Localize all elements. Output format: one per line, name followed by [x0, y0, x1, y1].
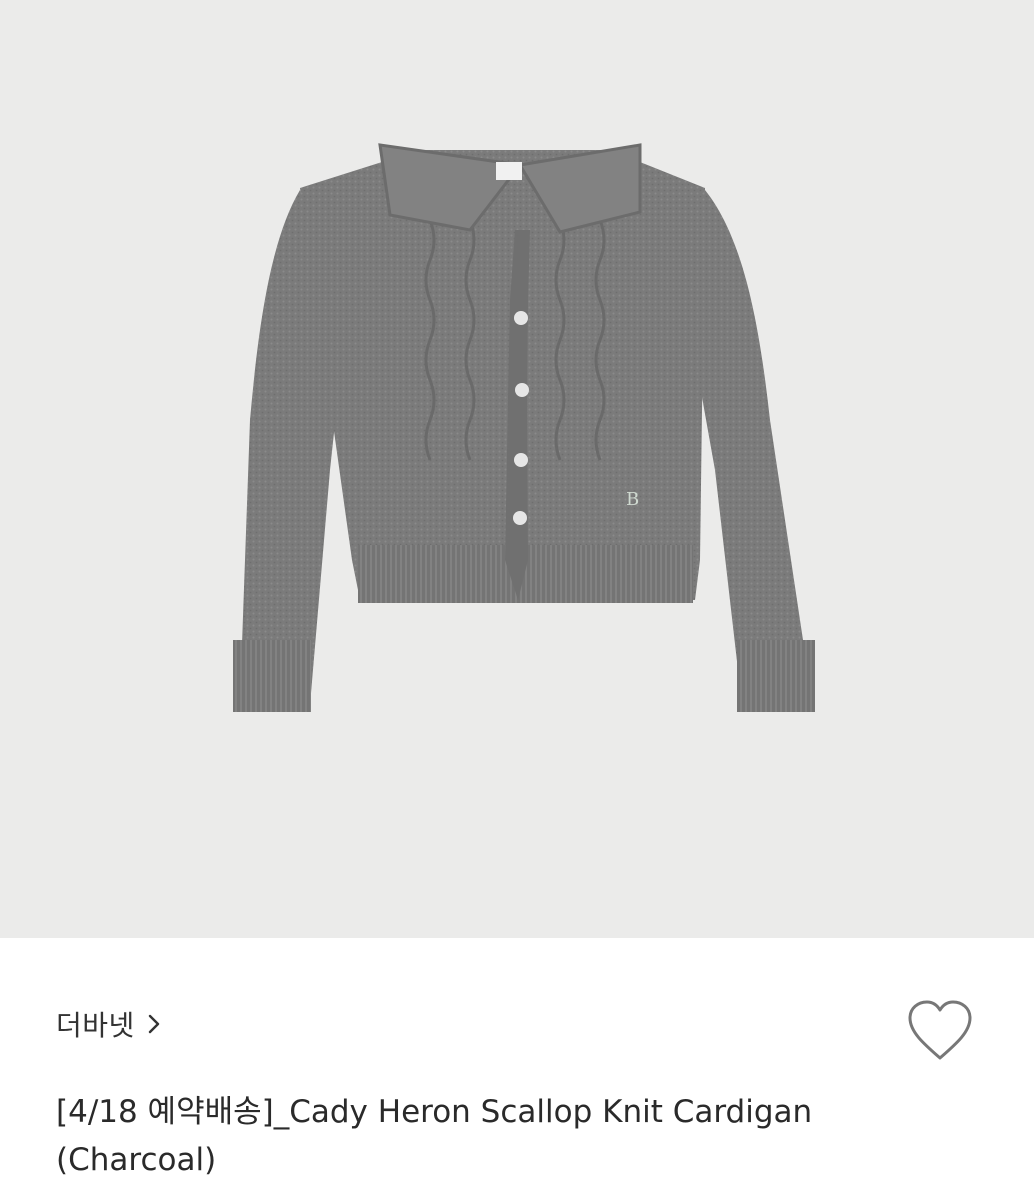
chevron-right-icon — [141, 1011, 167, 1037]
heart-outline-icon — [904, 1000, 976, 1068]
svg-text:B: B — [626, 489, 639, 510]
cardigan-illustration: B — [233, 143, 815, 712]
product-detail-page: B 더바넷 [4/18 예약배송]_Cady Heron Scallop Kni… — [0, 0, 1034, 1200]
product-title: [4/18 예약배송]_Cady Heron Scallop Knit Card… — [56, 1094, 813, 1178]
product-image[interactable]: B — [0, 0, 1034, 938]
brand-name: 더바넷 — [56, 1009, 135, 1042]
wishlist-button[interactable] — [904, 998, 976, 1064]
product-info: 더바넷 [4/18 예약배송]_Cady Heron Scallop Knit … — [0, 938, 1034, 1200]
brand-link[interactable]: 더바넷 — [56, 1004, 167, 1044]
